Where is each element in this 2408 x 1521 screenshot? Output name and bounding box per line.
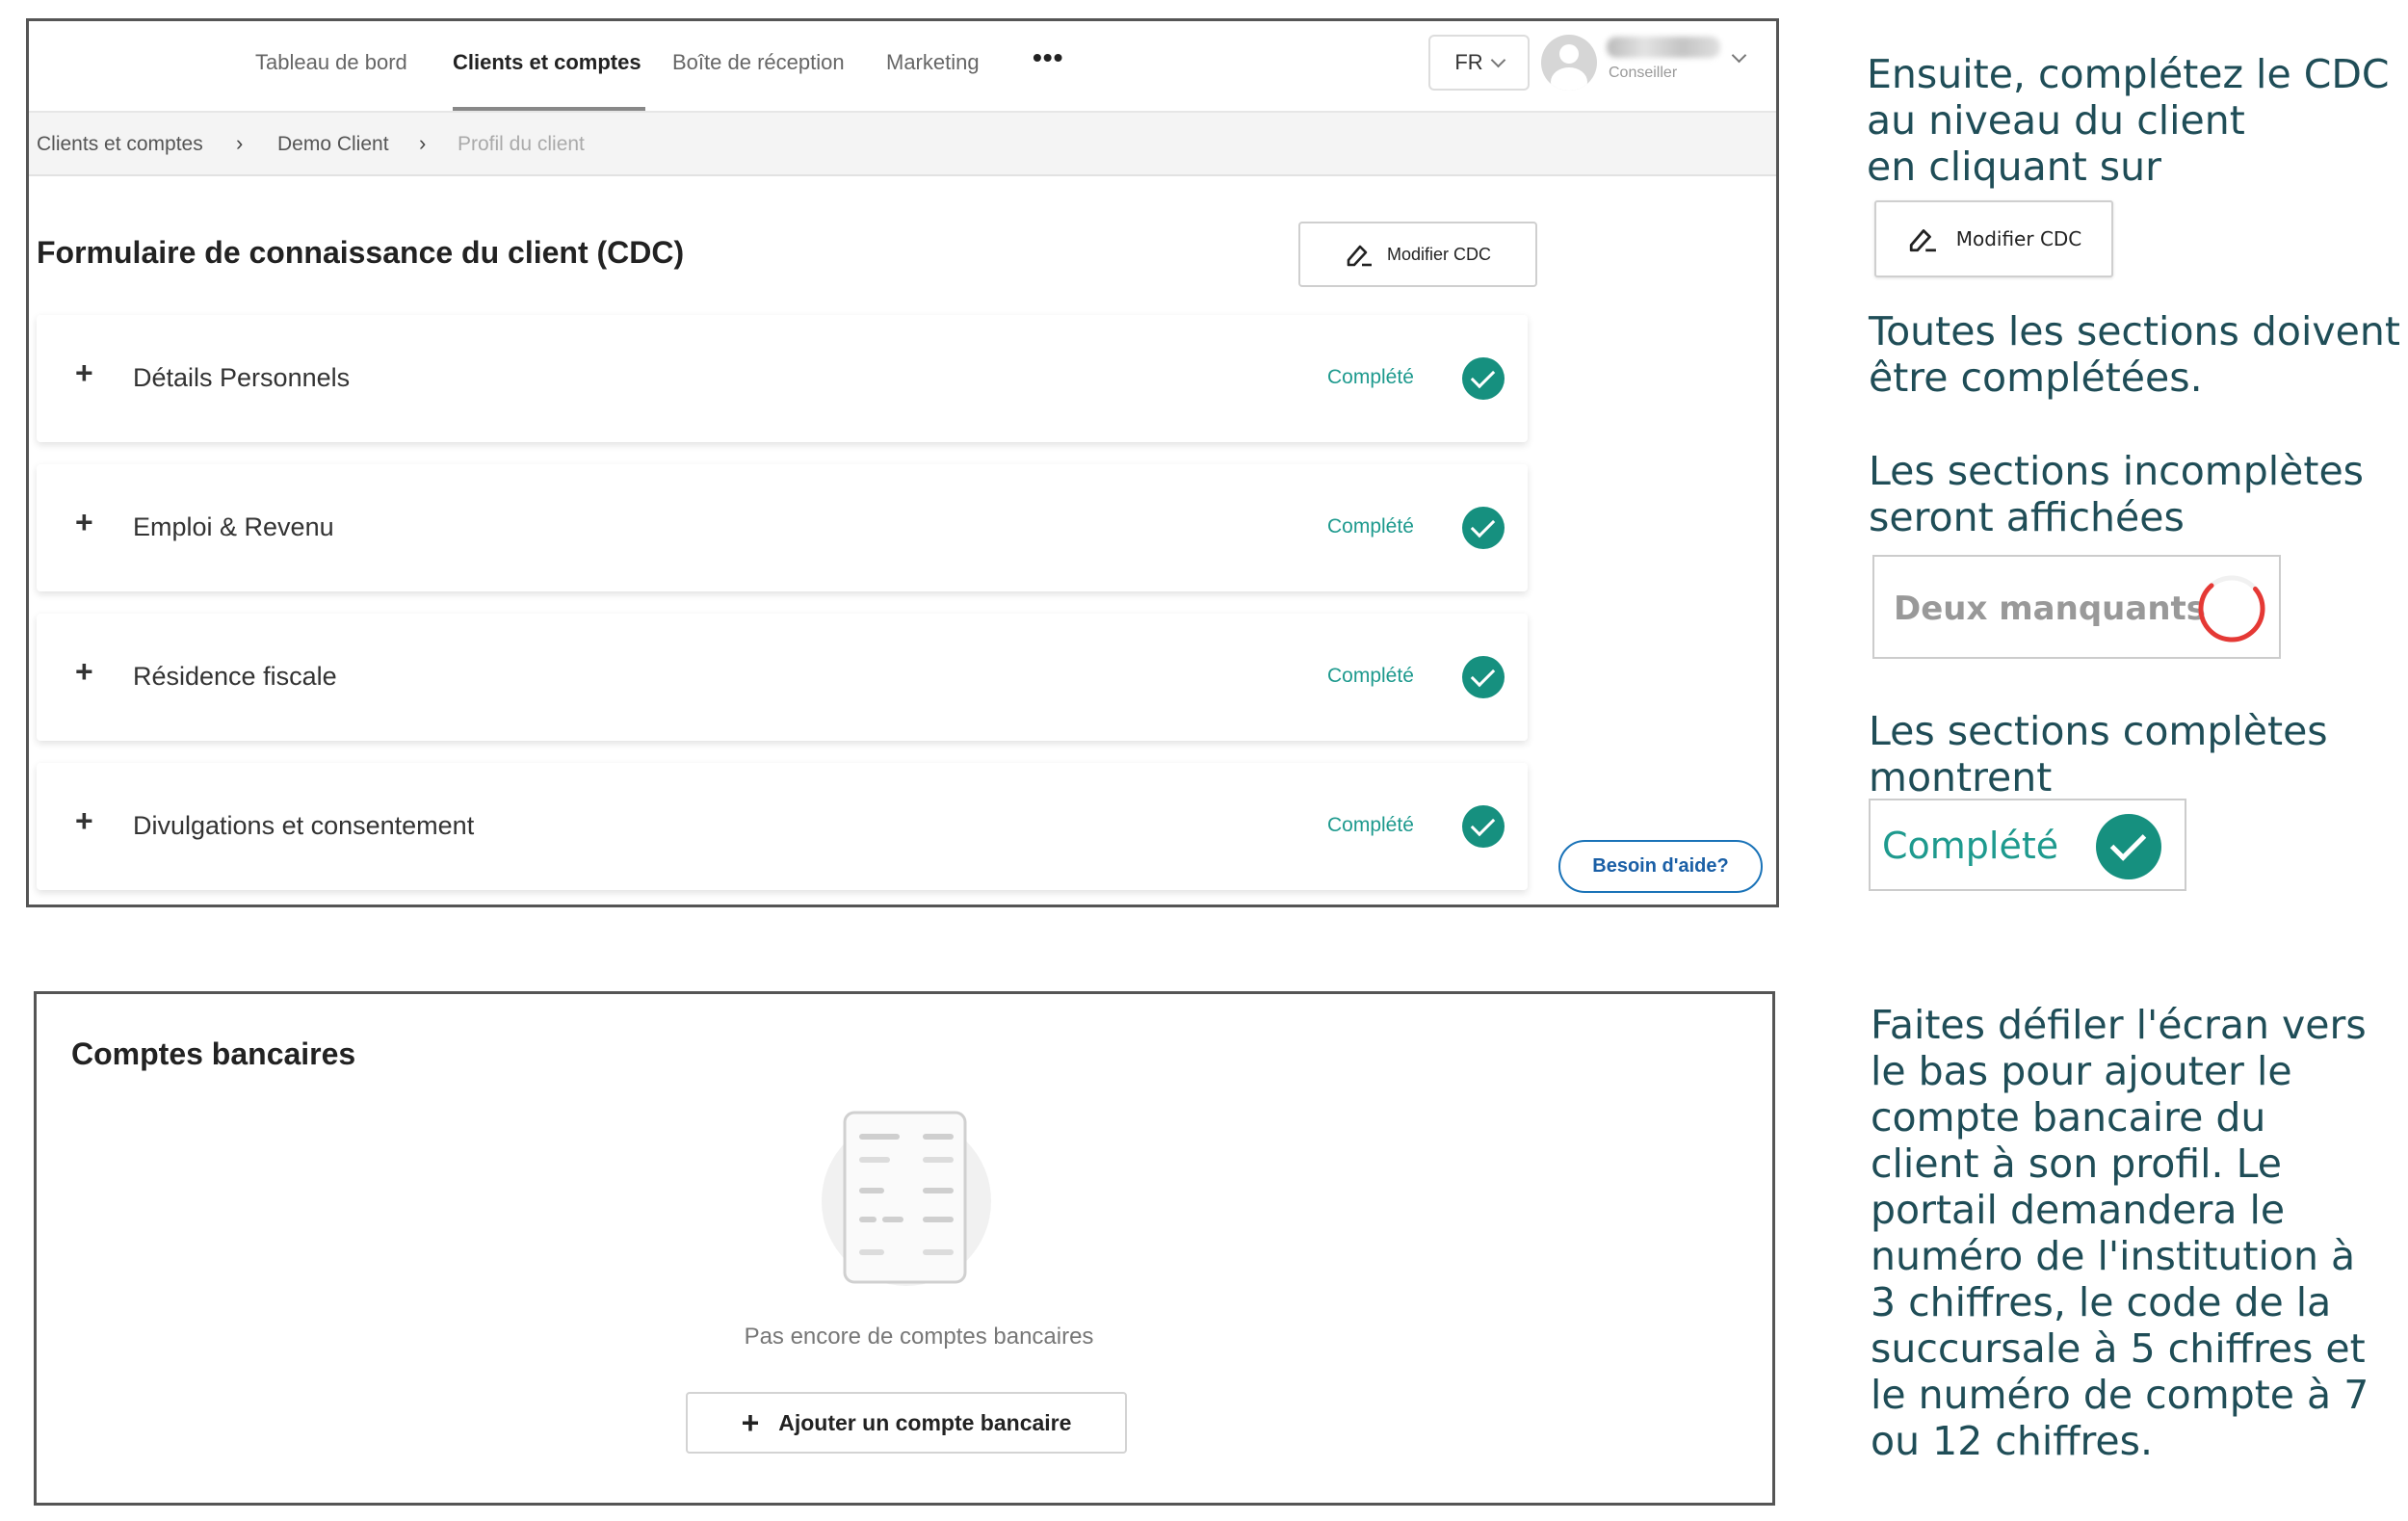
empty-state-text: Pas encore de comptes bancaires bbox=[744, 1324, 1094, 1350]
check-icon bbox=[1462, 656, 1505, 698]
section-status: Complété bbox=[1327, 665, 1414, 687]
check-icon bbox=[2096, 814, 2161, 879]
note-scroll-bank: Faites défiler l'écran vers le bas pour … bbox=[1871, 1002, 2369, 1464]
bank-accounts-title: Comptes bancaires bbox=[71, 1036, 356, 1071]
section-employment-income[interactable]: + Emploi & Revenu Complété bbox=[37, 464, 1528, 591]
add-bank-account-label: Ajouter un compte bancaire bbox=[778, 1409, 1072, 1435]
tab-marketing[interactable]: Marketing bbox=[886, 50, 980, 75]
pencil-icon bbox=[1347, 245, 1372, 267]
expand-icon[interactable]: + bbox=[75, 505, 93, 540]
user-name-redacted bbox=[1607, 37, 1720, 58]
modify-cdc-label: Modifier CDC bbox=[1386, 244, 1492, 264]
section-status: Complété bbox=[1327, 366, 1414, 388]
chevron-down-icon bbox=[1490, 52, 1505, 67]
note-incomplete: Les sections incomplètes seront affichée… bbox=[1869, 448, 2365, 540]
help-button[interactable]: Besoin d'aide? bbox=[1558, 840, 1763, 893]
tab-clients-accounts[interactable]: Clients et comptes bbox=[453, 50, 641, 75]
expand-icon[interactable]: + bbox=[75, 803, 93, 839]
breadcrumb-separator: › bbox=[236, 131, 244, 155]
modify-cdc-button[interactable]: Modifier CDC bbox=[1298, 222, 1537, 287]
plus-icon: + bbox=[741, 1404, 760, 1440]
expand-icon[interactable]: + bbox=[75, 355, 93, 391]
example-modify-cdc-label: Modifier CDC bbox=[1955, 227, 2082, 250]
example-modify-cdc-button: Modifier CDC bbox=[1874, 200, 2113, 277]
example-complete-badge: Complété bbox=[1869, 799, 2186, 891]
note-complete: Les sections complètes montrent bbox=[1869, 708, 2328, 800]
top-navbar: Tableau de bord Clients et comptes Boîte… bbox=[29, 21, 1776, 113]
user-menu-chevron-icon[interactable] bbox=[1731, 47, 1747, 64]
bank-accounts-panel: Comptes bancaires Pas encore de comptes … bbox=[34, 991, 1775, 1506]
user-role: Conseiller bbox=[1609, 65, 1678, 81]
check-icon bbox=[1462, 357, 1505, 400]
section-disclosures-consent[interactable]: + Divulgations et consentement Complété bbox=[37, 763, 1528, 890]
breadcrumb-demo-client[interactable]: Demo Client bbox=[277, 133, 389, 156]
avatar[interactable] bbox=[1541, 35, 1597, 91]
add-bank-account-button[interactable]: + Ajouter un compte bancaire bbox=[686, 1392, 1127, 1454]
page-title: Formulaire de connaissance du client (CD… bbox=[37, 235, 685, 270]
check-icon bbox=[1462, 507, 1505, 549]
expand-icon[interactable]: + bbox=[75, 654, 93, 690]
section-status: Complété bbox=[1327, 814, 1414, 836]
note-all-sections: Toutes les sections doivent être complét… bbox=[1869, 308, 2400, 401]
section-personal-details[interactable]: + Détails Personnels Complété bbox=[37, 315, 1528, 442]
tab-dashboard[interactable]: Tableau de bord bbox=[255, 50, 407, 75]
section-title: Emploi & Revenu bbox=[133, 512, 334, 541]
pencil-icon bbox=[1909, 229, 1936, 252]
breadcrumb: Clients et comptes › Demo Client › Profi… bbox=[29, 113, 1776, 176]
more-menu-icon[interactable]: ••• bbox=[1033, 42, 1063, 73]
section-status: Complété bbox=[1327, 515, 1414, 538]
section-title: Résidence fiscale bbox=[133, 662, 337, 691]
section-tax-residence[interactable]: + Résidence fiscale Complété bbox=[37, 614, 1528, 741]
missing-label: Deux manquants bbox=[1894, 590, 2207, 628]
example-missing-badge: Deux manquants bbox=[1872, 555, 2281, 659]
kyc-screenshot-panel: Tableau de bord Clients et comptes Boîte… bbox=[26, 18, 1779, 907]
section-title: Détails Personnels bbox=[133, 363, 351, 392]
check-icon bbox=[1462, 805, 1505, 848]
breadcrumb-separator: › bbox=[419, 131, 427, 155]
note-cdc-intro: Ensuite, complétez le CDC au niveau du c… bbox=[1867, 51, 2390, 190]
language-value: FR bbox=[1454, 50, 1483, 74]
incomplete-progress-icon bbox=[2198, 575, 2265, 642]
breadcrumb-clients-accounts[interactable]: Clients et comptes bbox=[37, 133, 203, 156]
section-title: Divulgations et consentement bbox=[133, 811, 475, 840]
breadcrumb-client-profile: Profil du client bbox=[458, 133, 585, 155]
complete-label: Complété bbox=[1882, 825, 2059, 867]
language-select[interactable]: FR bbox=[1428, 35, 1530, 91]
tab-inbox[interactable]: Boîte de réception bbox=[672, 50, 845, 75]
empty-document-icon bbox=[822, 1111, 991, 1286]
active-tab-indicator bbox=[453, 107, 645, 111]
